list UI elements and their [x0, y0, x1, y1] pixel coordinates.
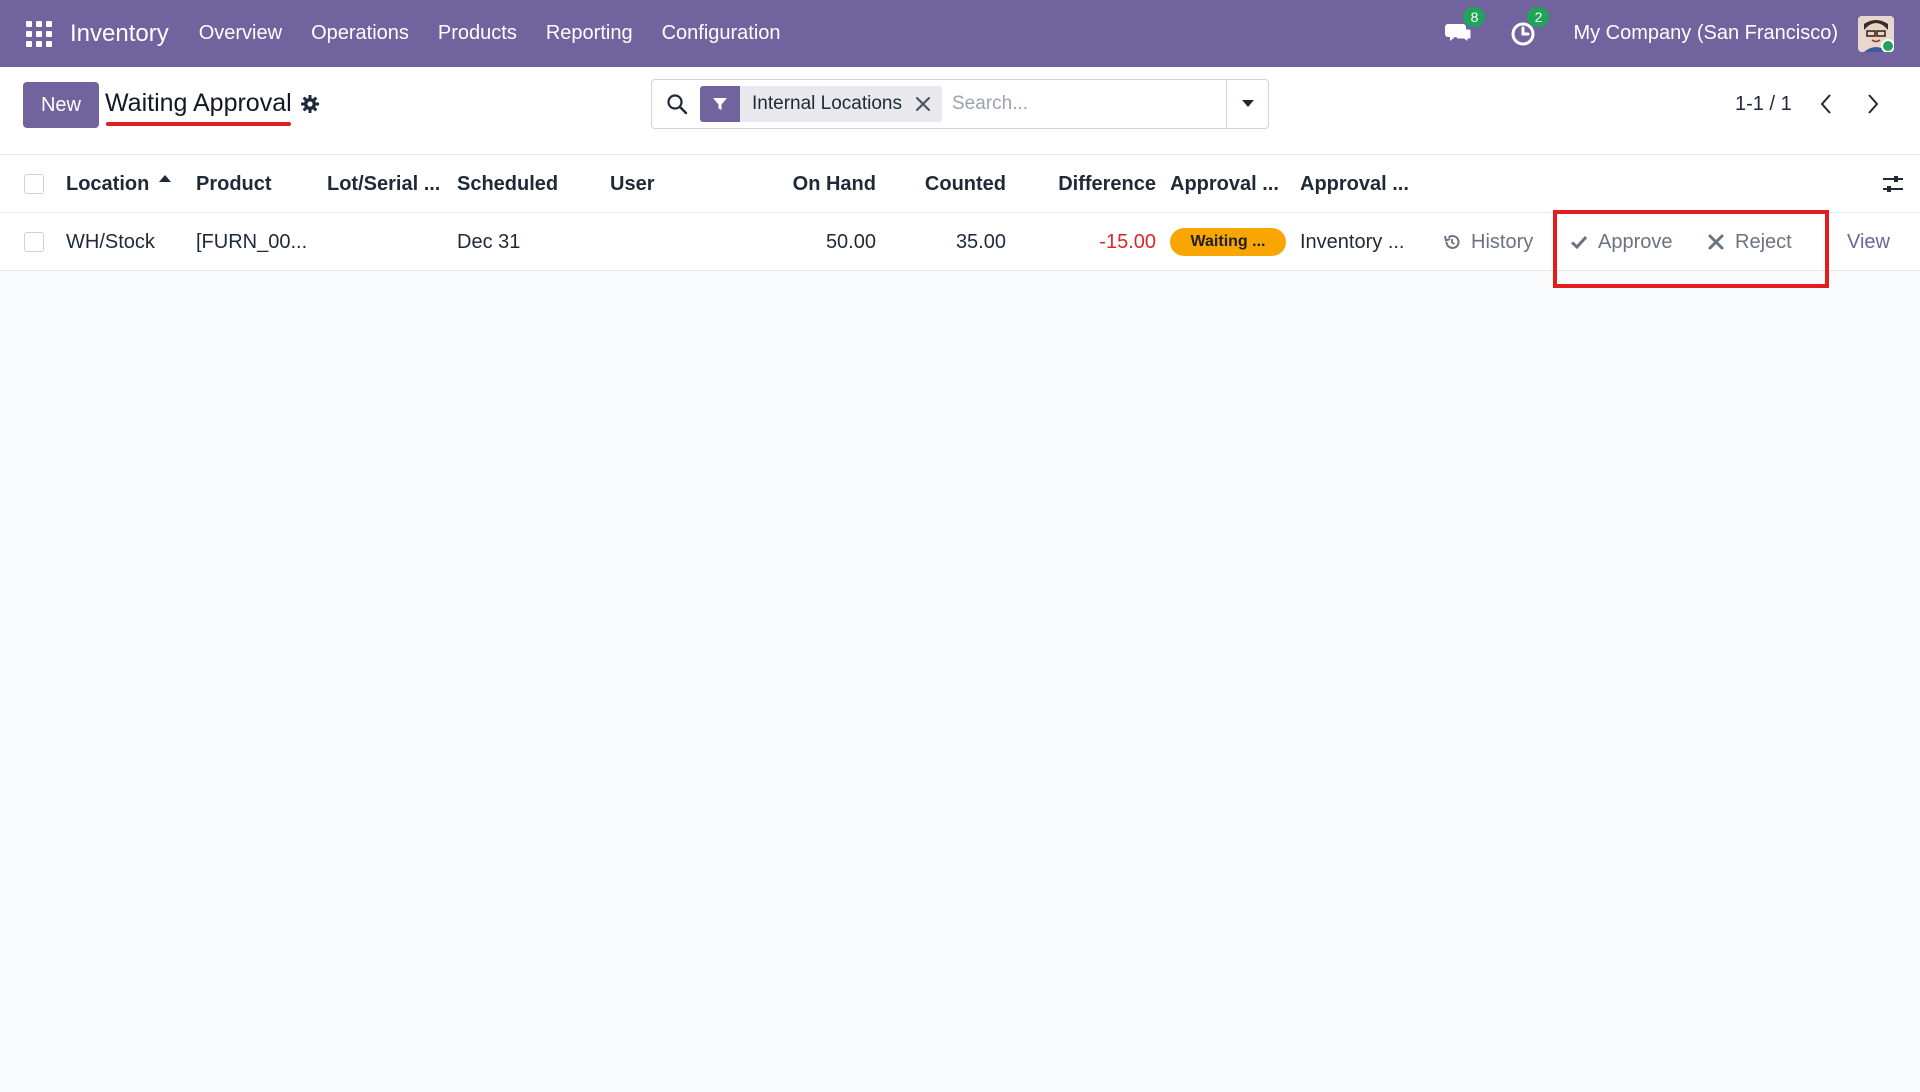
- top-navbar: Inventory Overview Operations Products R…: [0, 0, 1920, 67]
- row-select-cell: [24, 213, 44, 271]
- search-facet: Internal Locations: [700, 86, 942, 122]
- pager-value[interactable]: 1-1 / 1: [1735, 93, 1792, 116]
- activities-badge: 2: [1527, 6, 1550, 27]
- select-all-cell: [24, 155, 44, 213]
- online-status-indicator: [1881, 38, 1894, 52]
- cell-counted[interactable]: 35.00: [890, 213, 1006, 271]
- cell-scheduled[interactable]: Dec 31: [457, 213, 520, 271]
- messages-badge: 8: [1463, 6, 1486, 27]
- history-icon: [1444, 234, 1460, 249]
- column-header-difference[interactable]: Difference: [1040, 155, 1156, 213]
- filter-icon: [700, 86, 740, 122]
- table-header: Location Product Lot/Serial ... Schedule…: [0, 155, 1920, 213]
- search-bar: Internal Locations: [651, 79, 1269, 129]
- cell-approval-by[interactable]: Inventory ...: [1300, 213, 1405, 271]
- chevron-left-icon: [1820, 94, 1831, 114]
- gear-icon[interactable]: [300, 94, 320, 114]
- optional-columns-toggle[interactable]: [1882, 155, 1904, 213]
- column-header-user[interactable]: User: [610, 155, 654, 213]
- menu-operations[interactable]: Operations: [311, 22, 409, 45]
- column-header-product[interactable]: Product: [196, 155, 272, 213]
- cell-location[interactable]: WH/Stock: [66, 213, 155, 271]
- column-header-location[interactable]: Location: [66, 155, 172, 213]
- view-button[interactable]: View: [1847, 213, 1890, 271]
- menu-products[interactable]: Products: [438, 22, 517, 45]
- column-header-approval-state[interactable]: Approval ...: [1170, 155, 1279, 213]
- close-icon[interactable]: [914, 95, 932, 113]
- history-button[interactable]: History: [1443, 213, 1533, 271]
- systray: 8 2 My Company (San Francisco): [1445, 0, 1920, 67]
- cell-product[interactable]: [FURN_00...: [196, 213, 307, 271]
- activities-button[interactable]: 2: [1509, 6, 1550, 49]
- cell-on-hand[interactable]: 50.00: [760, 213, 876, 271]
- status-badge: Waiting ...: [1170, 228, 1286, 256]
- avatar[interactable]: [1858, 15, 1894, 52]
- column-header-on-hand[interactable]: On Hand: [760, 155, 876, 213]
- chevron-right-icon: [1868, 94, 1879, 114]
- pager-next-button[interactable]: [1858, 89, 1888, 119]
- column-header-approval-by[interactable]: Approval ...: [1300, 155, 1409, 213]
- actions-annotation-box: [1553, 210, 1829, 288]
- caret-down-icon: [1241, 100, 1254, 107]
- menu-overview[interactable]: Overview: [199, 22, 282, 45]
- cell-approval-state[interactable]: Waiting ...: [1170, 213, 1286, 271]
- app-name[interactable]: Inventory: [70, 20, 169, 48]
- settings-sliders-icon: [1883, 176, 1903, 192]
- title-annotation-underline: [106, 122, 291, 126]
- new-button[interactable]: New: [23, 82, 99, 128]
- page-title[interactable]: Waiting Approval: [105, 89, 292, 118]
- control-panel: New Waiting Approval Internal Locations: [0, 67, 1920, 155]
- messages-button[interactable]: 8: [1445, 6, 1486, 49]
- search-options-toggle[interactable]: [1226, 80, 1268, 128]
- menu-configuration[interactable]: Configuration: [662, 22, 781, 45]
- search-facet-label: Internal Locations: [752, 93, 902, 114]
- search-input[interactable]: [952, 93, 1202, 115]
- cell-difference[interactable]: -15.00: [1040, 213, 1156, 271]
- row-checkbox[interactable]: [24, 232, 44, 252]
- pager-previous-button[interactable]: [1811, 89, 1841, 119]
- sort-ascending-icon: [159, 174, 172, 182]
- apps-menu-icon[interactable]: [26, 20, 52, 47]
- select-all-checkbox[interactable]: [24, 174, 44, 194]
- menu-reporting[interactable]: Reporting: [546, 22, 633, 45]
- company-switcher[interactable]: My Company (San Francisco): [1573, 22, 1838, 45]
- history-button-label: History: [1471, 230, 1534, 253]
- column-header-location-label: Location: [66, 172, 150, 195]
- column-header-lot[interactable]: Lot/Serial ...: [327, 155, 440, 213]
- column-header-scheduled[interactable]: Scheduled: [457, 155, 558, 213]
- column-header-counted[interactable]: Counted: [890, 155, 1006, 213]
- search-icon[interactable]: [666, 93, 688, 115]
